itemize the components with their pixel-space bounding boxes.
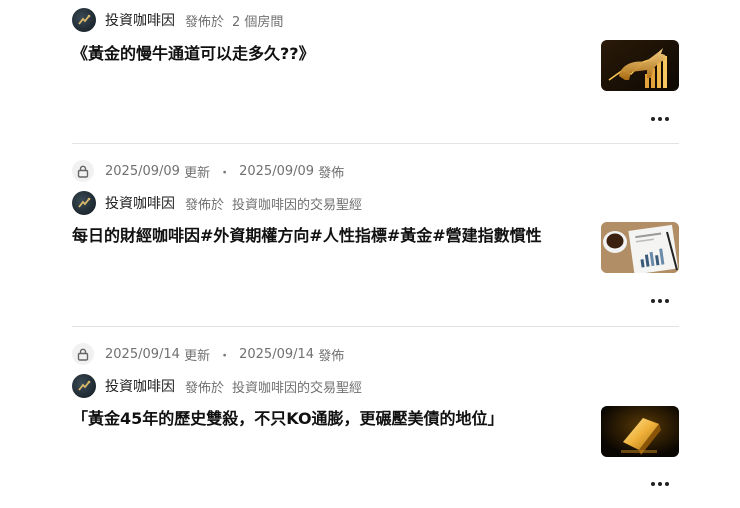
post-card[interactable]: 投資咖啡因 發佈於 2 個房間 《黃金的慢牛通道可以走多久??》	[72, 8, 679, 128]
lock-icon	[72, 343, 94, 365]
post-card[interactable]: 2025/09/14 更新 ・ 2025/09/14 發佈 投資咖啡因 發佈於投…	[72, 343, 679, 493]
published-label: 發佈	[318, 165, 345, 181]
more-options-button[interactable]	[651, 114, 669, 124]
published-prefix: 發佈於	[185, 197, 225, 213]
updated-date: 2025/09/14	[105, 346, 180, 362]
more-options-button[interactable]	[651, 296, 669, 306]
more-options-button[interactable]	[651, 479, 669, 489]
divider	[72, 143, 679, 144]
author-row: 投資咖啡因 發佈於 投資咖啡因的交易聖經	[72, 191, 362, 215]
published-info: 發佈於 投資咖啡因的交易聖經	[185, 377, 362, 396]
author-name[interactable]: 投資咖啡因	[105, 193, 175, 213]
published-date: 2025/09/09	[239, 163, 315, 179]
separator: ・	[218, 348, 232, 364]
gold-bull-chart-image[interactable]	[601, 40, 679, 91]
published-prefix: 發佈於	[185, 14, 225, 30]
date-row: 2025/09/09 更新 ・ 2025/09/09 發佈	[72, 160, 344, 182]
published-prefix: 發佈於	[185, 380, 225, 396]
coffee-financial-report-image[interactable]	[601, 222, 679, 273]
updated-label: 更新	[184, 165, 211, 181]
avatar[interactable]	[72, 8, 96, 32]
author-row: 投資咖啡因 發佈於 投資咖啡因的交易聖經	[72, 374, 362, 398]
published-info: 發佈於 2 個房間	[185, 11, 283, 30]
updated-date: 2025/09/09	[105, 163, 180, 179]
post-title[interactable]: 「黃金45年的歷史雙殺，不只KO通膨，更碾壓美債的地位」	[72, 405, 592, 432]
date-row: 2025/09/14 更新 ・ 2025/09/14 發佈	[72, 343, 344, 365]
avatar[interactable]	[72, 191, 96, 215]
room-link[interactable]: 2 個房間	[232, 15, 283, 30]
lock-icon	[72, 160, 94, 182]
divider	[72, 326, 679, 327]
separator: ・	[218, 165, 232, 181]
gold-bar-image[interactable]	[601, 406, 679, 457]
room-link[interactable]: 投資咖啡因的交易聖經	[232, 381, 362, 396]
published-info: 發佈於 投資咖啡因的交易聖經	[185, 194, 362, 213]
room-link[interactable]: 投資咖啡因的交易聖經	[232, 198, 362, 213]
published-date: 2025/09/14	[239, 346, 315, 362]
post-title[interactable]: 《黃金的慢牛通道可以走多久??》	[72, 40, 592, 67]
post-title[interactable]: 每日的財經咖啡因#外資期權方向#人性指標#黃金#營建指數慣性	[72, 222, 592, 249]
published-label: 發佈	[318, 348, 345, 364]
author-name[interactable]: 投資咖啡因	[105, 376, 175, 396]
updated-label: 更新	[184, 348, 211, 364]
post-card[interactable]: 2025/09/09 更新 ・ 2025/09/09 發佈 投資咖啡因 發佈於投…	[72, 160, 679, 310]
author-row: 投資咖啡因 發佈於 2 個房間	[72, 8, 283, 32]
author-name[interactable]: 投資咖啡因	[105, 10, 175, 30]
avatar[interactable]	[72, 374, 96, 398]
